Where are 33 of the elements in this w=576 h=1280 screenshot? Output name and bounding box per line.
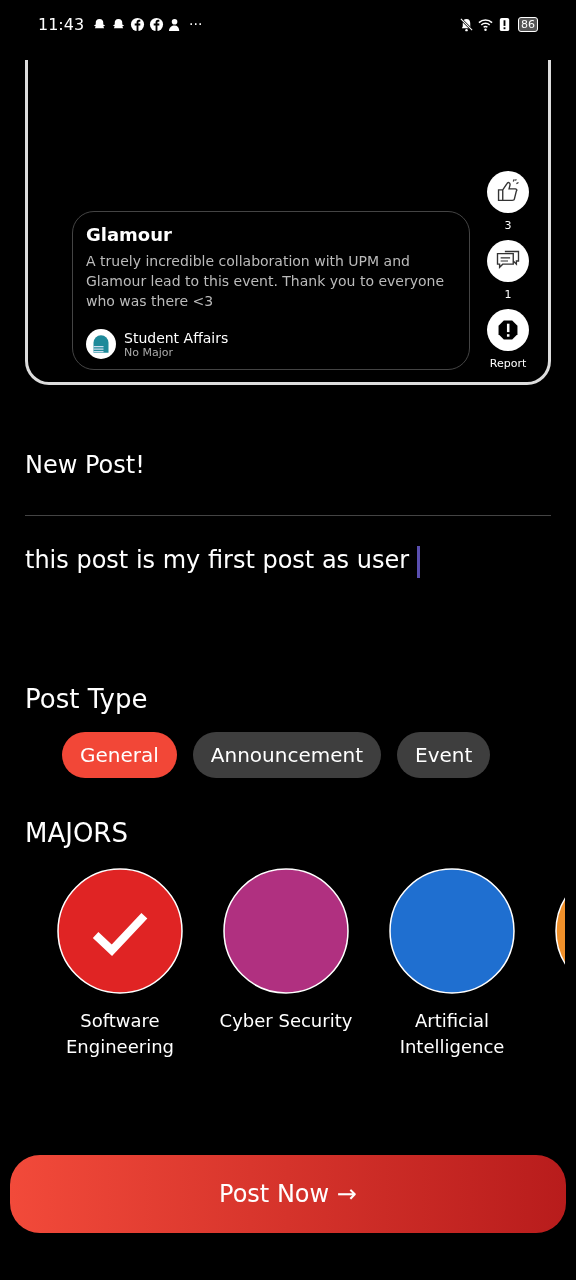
- thumbs-up-icon[interactable]: [487, 171, 529, 213]
- post-title: Glamour: [86, 224, 173, 245]
- post-type-chip[interactable]: General: [62, 732, 177, 778]
- chat-bubbles-icon[interactable]: [487, 240, 529, 282]
- more-indicator: ···: [189, 16, 203, 32]
- section-heading: Post Type: [25, 684, 149, 714]
- major-label: Cyber Security: [219, 1009, 353, 1033]
- section-heading: MAJORS: [25, 818, 129, 848]
- post-now-button[interactable]: Post Now →: [10, 1155, 566, 1233]
- title-field[interactable]: New Post!: [25, 451, 551, 516]
- facebook-icon: [130, 16, 146, 32]
- action-label: Report: [489, 357, 527, 370]
- post-type-chip[interactable]: Announcement: [192, 732, 382, 778]
- status-time: 11:43: [38, 14, 85, 34]
- major-label: Software Engineering: [65, 1009, 175, 1059]
- author-major: No Major: [124, 345, 174, 359]
- facebook-icon: [149, 16, 165, 32]
- action-label: 3: [504, 219, 512, 232]
- battery-indicator: 86: [518, 16, 538, 32]
- action-label: 1: [504, 288, 512, 301]
- wifi-icon: [478, 16, 493, 32]
- post-body: A truely incredible collaboration with UPM and Glamour lead to this event. Thank you to everyone who was there <3: [86, 252, 445, 311]
- author-name: Student Affairs: [124, 329, 229, 346]
- major-circle[interactable]: [223, 868, 349, 994]
- checked-major-circle[interactable]: [57, 868, 183, 994]
- alert-icon: [497, 16, 512, 32]
- alert-icon[interactable]: [487, 309, 529, 351]
- building-avatar-icon: [86, 329, 116, 359]
- major-circle[interactable]: [389, 868, 515, 994]
- major-label: Artificial Intelligence: [398, 1009, 506, 1059]
- muted-bell-icon: [459, 16, 474, 32]
- post-type-chip[interactable]: Event: [397, 732, 491, 778]
- body-field[interactable]: this post is my first post as user: [25, 546, 551, 666]
